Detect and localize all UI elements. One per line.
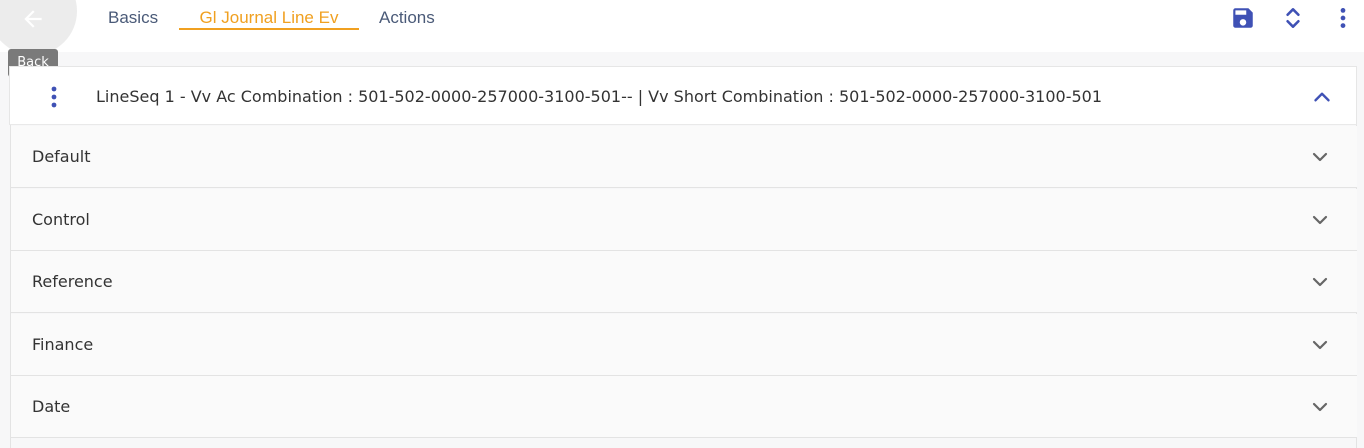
save-icon [1233,8,1253,28]
section-label: Finance [32,335,94,354]
chevron-down-icon[interactable] [1308,208,1332,232]
section-label: Date [32,397,71,416]
chevron-down-icon[interactable] [1308,270,1332,294]
more-vertical-icon [1340,8,1346,28]
active-tab-indicator [179,28,359,30]
chevron-up-icon[interactable] [1309,84,1335,110]
expand-collapse-button[interactable] [1279,4,1307,32]
save-button[interactable] [1229,4,1257,32]
tab-actions[interactable]: Actions [379,0,435,32]
more-vertical-icon[interactable] [44,85,64,109]
section-finance[interactable]: Finance [11,314,1357,376]
chevron-down-icon[interactable] [1308,145,1332,169]
top-bar: Basics Gl Journal Line Ev Actions [0,0,1364,55]
section-label: Reference [32,272,113,291]
line-panel-header[interactable]: LineSeq 1 - Vv Ac Combination : 501-502-… [9,66,1357,125]
chevron-down-icon[interactable] [1308,395,1332,419]
chevron-down-icon[interactable] [1308,333,1332,357]
section-reference[interactable]: Reference [11,251,1357,313]
section-control[interactable]: Control [11,189,1357,251]
section-label: Control [32,210,90,229]
arrow-left-icon[interactable] [20,6,46,32]
section-date[interactable]: Date [11,376,1357,438]
tab-basics[interactable]: Basics [108,0,158,32]
section-label: Default [32,147,91,166]
expand-collapse-icon [1286,8,1300,28]
more-options-button[interactable] [1329,4,1357,32]
section-default[interactable]: Default [11,126,1357,188]
panel-title: LineSeq 1 - Vv Ac Combination : 501-502-… [96,87,1102,106]
